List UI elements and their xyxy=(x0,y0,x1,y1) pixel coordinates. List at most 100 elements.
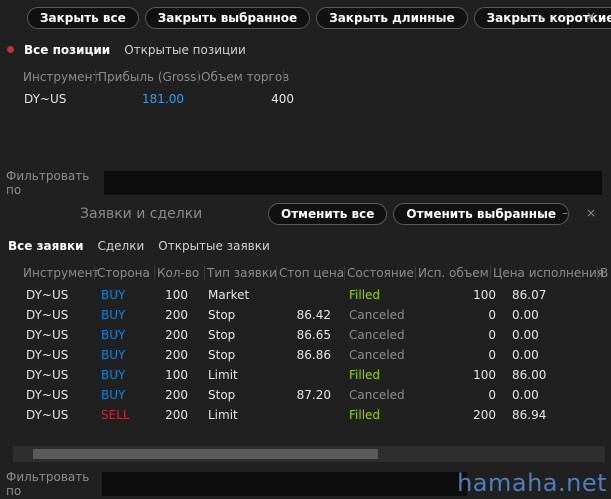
positions-filter: Фильтровать по xyxy=(0,169,602,197)
tab-all-orders[interactable]: Все заявки xyxy=(8,239,84,253)
column-header[interactable]: Прибыль (Gross) xyxy=(96,70,201,84)
filled-qty-cell: 0 xyxy=(488,328,496,342)
orders-tabs: Все заявки Сделки Открытые заявки xyxy=(8,239,284,253)
positions-filter-input[interactable] xyxy=(104,171,602,195)
volume-cell: 400 xyxy=(271,92,294,106)
instrument-cell: DY~US xyxy=(26,348,69,362)
side-cell: BUY xyxy=(101,328,126,342)
tab-all-positions[interactable]: Все позиции xyxy=(24,43,110,57)
watermark: hamaha.net xyxy=(457,469,607,497)
state-cell: Filled xyxy=(349,288,381,302)
stop-price-cell xyxy=(279,288,331,302)
filled-qty-cell: 0 xyxy=(488,348,496,362)
positions-tabs: Все позиции Открытые позиции xyxy=(24,43,260,57)
instrument-cell: DY~US xyxy=(26,308,69,322)
table-row[interactable]: DY~US BUY 100 Market Filled 100 86.07 xyxy=(26,288,572,302)
fill-price-cell: 86.94 xyxy=(512,408,547,422)
table-row[interactable]: DY~US BUY 200 Stop 86.65 Canceled 0 0.00 xyxy=(26,328,572,342)
column-header[interactable]: Состояние xyxy=(345,266,414,280)
instrument-cell: DY~US xyxy=(26,288,69,302)
column-header[interactable]: Сторона xyxy=(95,266,152,280)
column-header[interactable]: Кол-во xyxy=(155,266,202,280)
stop-price-cell xyxy=(279,408,331,422)
tab-trades[interactable]: Сделки xyxy=(98,239,145,253)
side-cell: BUY xyxy=(101,308,126,322)
state-cell: Canceled xyxy=(349,308,405,322)
cancel-all-button[interactable]: Отменить все xyxy=(268,203,388,225)
table-row[interactable]: DY~US BUY 100 Limit Filled 100 86.00 xyxy=(26,368,572,382)
chevron-right-icon[interactable]: › xyxy=(539,207,544,221)
column-header[interactable]: Цена исполнения xyxy=(491,266,604,280)
side-cell: BUY xyxy=(101,288,126,302)
filter-label: Фильтровать по xyxy=(6,169,90,197)
chevron-right-icon[interactable]: › xyxy=(539,10,544,24)
table-row[interactable]: DY~US BUY 200 Stop 86.86 Canceled 0 0.00 xyxy=(26,348,572,362)
horizontal-scrollbar[interactable] xyxy=(13,446,605,462)
stop-price-cell: 87.20 xyxy=(296,388,331,402)
type-cell: Stop xyxy=(208,308,236,322)
state-cell: Canceled xyxy=(349,348,405,362)
qty-cell: 200 xyxy=(165,308,188,322)
scrollbar-thumb[interactable] xyxy=(33,449,378,459)
tab-open-positions[interactable]: Открытые позиции xyxy=(124,43,246,57)
state-cell: Canceled xyxy=(349,328,405,342)
fill-price-cell: 86.00 xyxy=(512,368,547,382)
orders-filter: Фильтровать по xyxy=(0,470,467,498)
column-header[interactable]: Исп. объем xyxy=(416,266,489,280)
type-cell: Stop xyxy=(208,388,236,402)
fill-price-cell: 0.00 xyxy=(512,328,539,342)
close-icon[interactable]: × xyxy=(586,206,596,220)
side-cell: BUY xyxy=(101,388,126,402)
filter-label: Фильтровать по xyxy=(6,470,90,498)
status-dot-icon xyxy=(7,46,14,53)
fill-price-cell: 0.00 xyxy=(512,348,539,362)
orders-toolbar: Отменить все Отменить выбранные xyxy=(268,203,575,225)
type-cell: Market xyxy=(208,288,250,302)
state-cell: Canceled xyxy=(349,388,405,402)
stop-price-cell xyxy=(279,368,331,382)
column-header[interactable]: Инструмент xyxy=(21,266,99,280)
stop-price-cell: 86.65 xyxy=(296,328,331,342)
column-header[interactable]: Стоп цена xyxy=(277,266,344,280)
table-row[interactable]: DY~US 181.00 400 xyxy=(24,92,294,106)
qty-cell: 200 xyxy=(165,328,188,342)
instrument-cell: DY~US xyxy=(26,388,69,402)
state-cell: Filled xyxy=(349,368,381,382)
table-row[interactable]: DY~US BUY 200 Stop 86.42 Canceled 0 0.00 xyxy=(26,308,572,322)
orders-filter-input[interactable] xyxy=(102,472,467,496)
column-header[interactable]: Объем торгов xyxy=(199,70,289,84)
close-long-button[interactable]: Закрыть длинные xyxy=(316,7,468,29)
fill-price-cell: 0.00 xyxy=(512,308,539,322)
filled-qty-cell: 100 xyxy=(473,368,496,382)
table-row[interactable]: DY~US SELL 200 Limit Filled 200 86.94 xyxy=(26,408,572,422)
orders-table-header: Инструмент Сторона Кол-во Тип заявки Сто… xyxy=(21,266,611,280)
positions-panel: Закрыть все Закрыть выбранное Закрыть дл… xyxy=(0,0,611,198)
profit-cell: 181.00 xyxy=(142,92,184,106)
side-cell: BUY xyxy=(101,348,126,362)
qty-cell: 200 xyxy=(165,348,188,362)
close-icon[interactable]: × xyxy=(586,9,596,23)
tab-open-orders[interactable]: Открытые заявки xyxy=(158,239,270,253)
instrument-cell: DY~US xyxy=(26,368,69,382)
type-cell: Limit xyxy=(208,408,238,422)
stop-price-cell: 86.42 xyxy=(296,308,331,322)
close-selected-button[interactable]: Закрыть выбранное xyxy=(144,7,311,29)
side-cell: BUY xyxy=(101,368,126,382)
qty-cell: 100 xyxy=(165,368,188,382)
orders-panel: Заявки и сделки Отменить все Отменить вы… xyxy=(0,198,611,499)
instrument-cell: DY~US xyxy=(26,328,69,342)
column-header[interactable]: Инструмент xyxy=(21,70,99,84)
type-cell: Limit xyxy=(208,368,238,382)
stop-price-cell: 86.86 xyxy=(296,348,331,362)
column-header[interactable]: Тип заявки xyxy=(205,266,277,280)
positions-toolbar: Закрыть все Закрыть выбранное Закрыть дл… xyxy=(27,7,611,29)
column-header[interactable]: В xyxy=(598,266,611,280)
close-all-button[interactable]: Закрыть все xyxy=(27,7,139,29)
filled-qty-cell: 100 xyxy=(473,288,496,302)
minimize-icon[interactable]: – xyxy=(562,206,568,220)
positions-table-header: Инструмент Прибыль (Gross) Объем торгов xyxy=(21,70,289,84)
type-cell: Stop xyxy=(208,348,236,362)
minimize-icon[interactable]: – xyxy=(562,9,568,23)
state-cell: Filled xyxy=(349,408,381,422)
table-row[interactable]: DY~US BUY 200 Stop 87.20 Canceled 0 0.00 xyxy=(26,388,572,402)
